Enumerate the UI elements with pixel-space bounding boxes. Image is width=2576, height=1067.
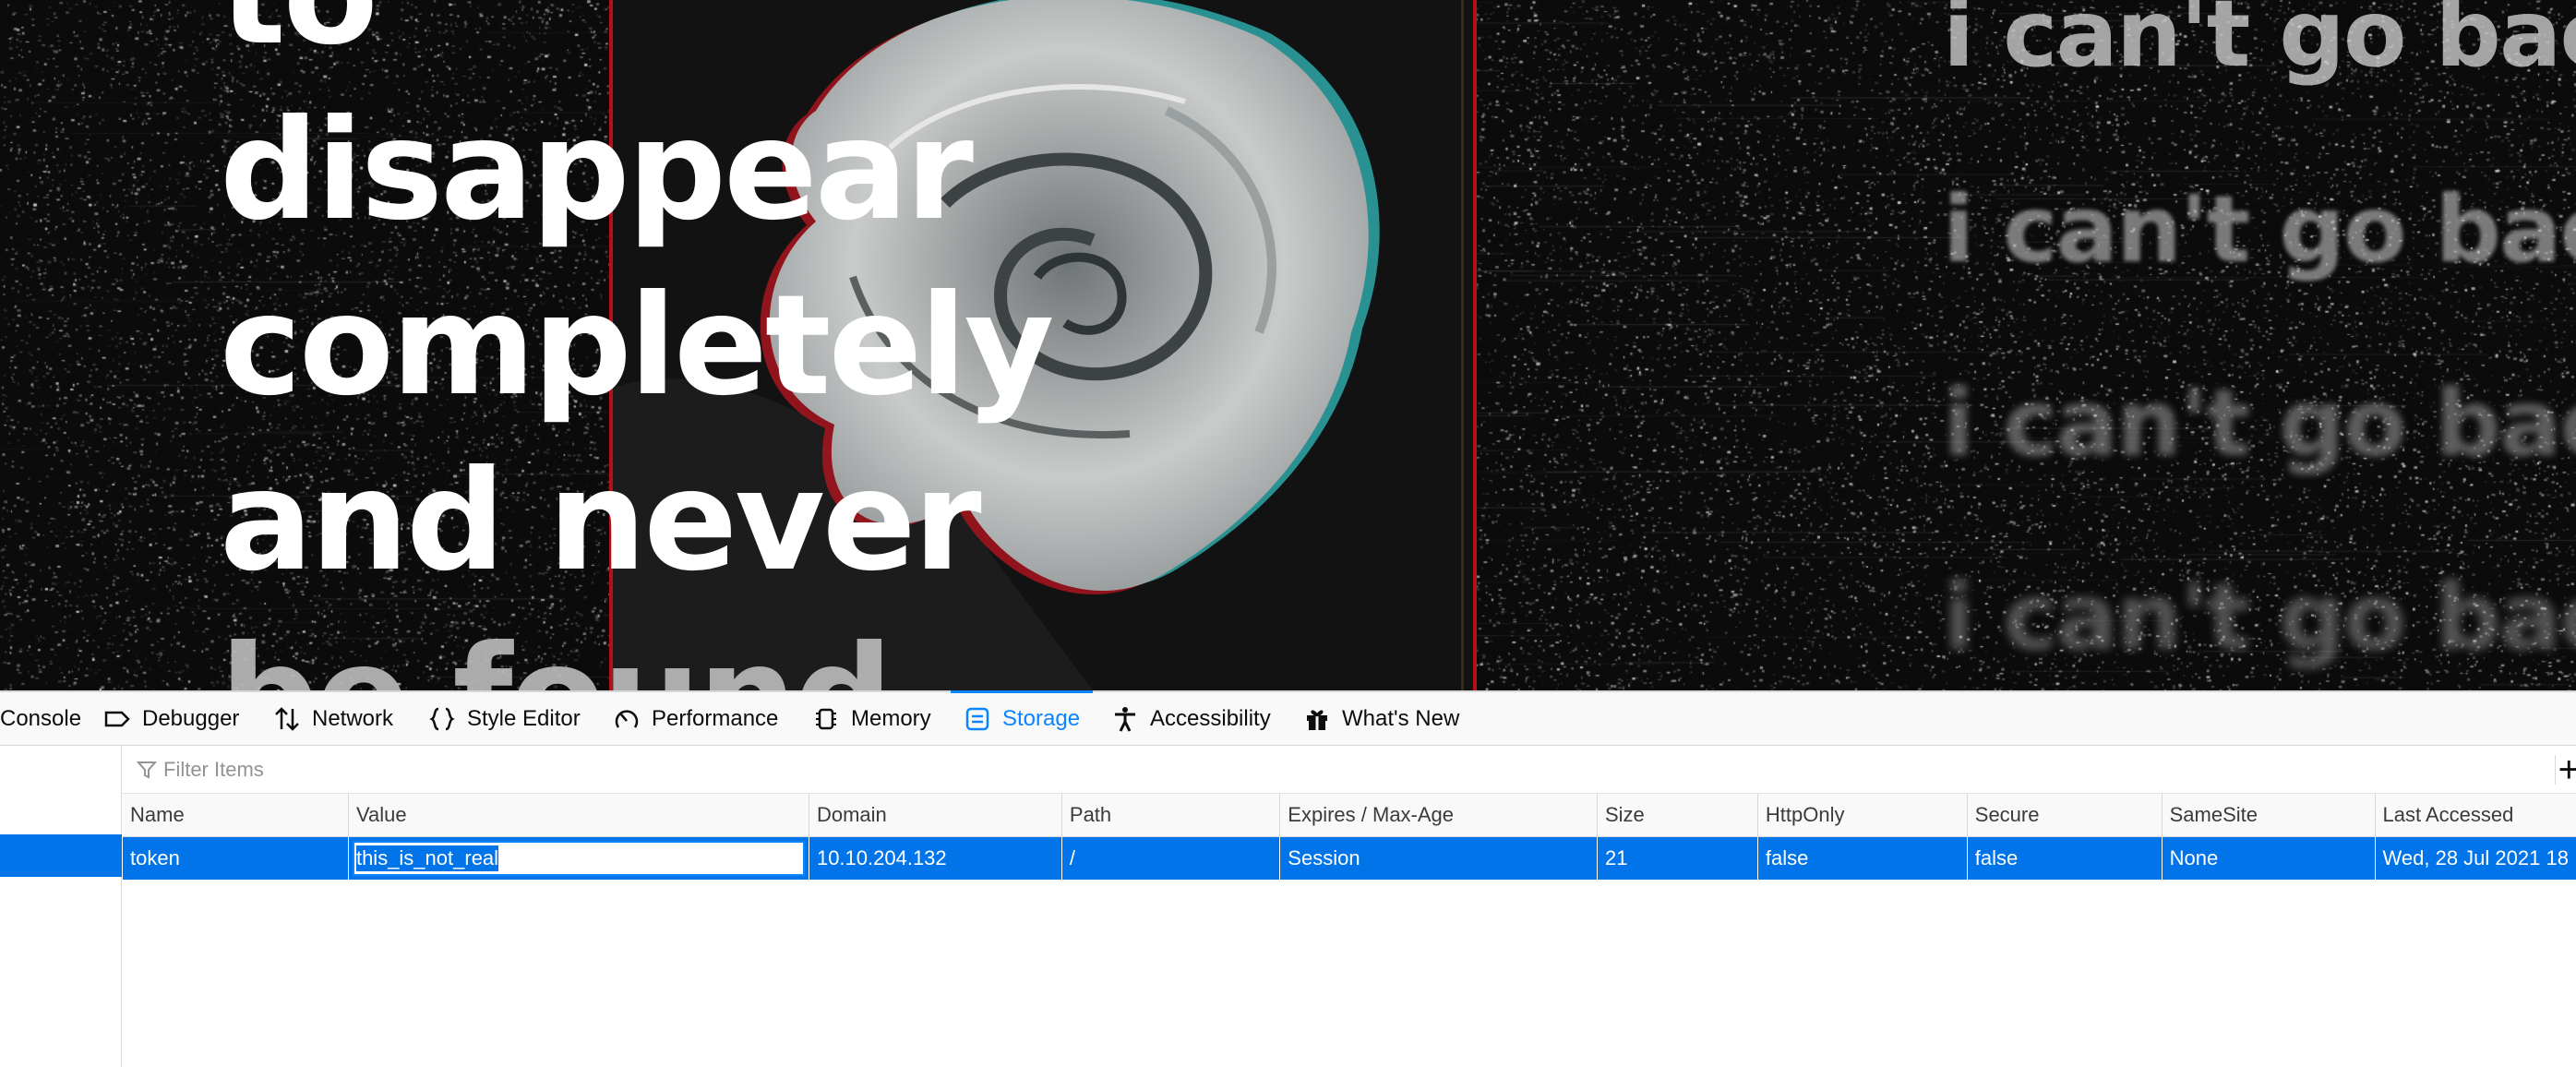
tab-label: Console	[0, 706, 82, 731]
cell-name[interactable]: token	[123, 836, 349, 880]
tab-label: Network	[312, 706, 394, 731]
cookies-table: Name Value Domain Path Expires / Max-Age…	[123, 794, 2576, 880]
column-header-value[interactable]: Value	[347, 794, 809, 837]
headline-text: to disappear completely and never be fou…	[220, 0, 1143, 690]
gift-icon	[1307, 710, 1327, 730]
tab-network[interactable]: Network	[273, 692, 393, 746]
value-edit-field[interactable]: this_is_not_real	[352, 841, 805, 876]
chip-icon	[816, 708, 836, 730]
column-header-expires[interactable]: Expires / Max-Age	[1279, 794, 1598, 837]
webpage-viewport: to disappear completely and never be fou…	[0, 0, 2576, 690]
tab-accessibility[interactable]: Accessibility	[1111, 692, 1271, 746]
headline-line: and never	[220, 441, 982, 602]
tab-label: What's New	[1342, 706, 1460, 731]
echo-text: i can't go back to	[1943, 175, 2576, 283]
headline-line: completely	[220, 266, 1054, 426]
tab-storage[interactable]: Storage	[950, 690, 1094, 746]
cell-secure[interactable]: false	[1966, 836, 2163, 880]
frame-edge	[1461, 0, 1464, 690]
cell-samesite[interactable]: None	[2161, 836, 2376, 880]
accessibility-icon	[1115, 707, 1135, 732]
tab-console[interactable]: Console	[0, 692, 81, 746]
devtools-toolbar: Console Debugger Network Style Editor Pe…	[0, 690, 2576, 746]
headline-line: be found	[220, 609, 1143, 690]
braces-icon	[429, 707, 455, 731]
filter-icon	[136, 761, 158, 779]
tab-style-editor[interactable]: Style Editor	[428, 692, 581, 746]
column-header-domain[interactable]: Domain	[808, 794, 1062, 837]
toolbar-separator	[2555, 755, 2556, 785]
storage-tree-sidebar	[0, 746, 122, 1067]
headline-line: disappear	[220, 90, 974, 251]
cell-value[interactable]: this_is_not_real	[347, 836, 809, 880]
tab-label: Memory	[851, 706, 931, 731]
tab-whats-new[interactable]: What's New	[1303, 692, 1459, 746]
storage-icon	[965, 707, 989, 731]
echo-text: i can't go back to	[1943, 563, 2576, 671]
column-header-samesite[interactable]: SameSite	[2161, 794, 2376, 837]
tab-memory[interactable]: Memory	[812, 692, 931, 746]
cell-size[interactable]: 21	[1596, 836, 1758, 880]
tab-label: Accessibility	[1150, 706, 1271, 731]
filter-bar: +	[123, 746, 2576, 794]
cell-httponly[interactable]: false	[1756, 836, 1968, 880]
network-icon	[275, 707, 299, 731]
tab-label: Performance	[652, 706, 779, 731]
tab-performance[interactable]: Performance	[613, 692, 778, 746]
tab-label: Style Editor	[467, 706, 581, 731]
echo-text: i can't go back to	[1943, 0, 2576, 88]
column-header-secure[interactable]: Secure	[1966, 794, 2163, 837]
cell-expires[interactable]: Session	[1279, 836, 1598, 880]
echo-text: i can't go back to	[1943, 369, 2576, 477]
column-header-name[interactable]: Name	[123, 794, 349, 837]
storage-tree-selected-item[interactable]	[0, 834, 122, 877]
column-header-path[interactable]: Path	[1060, 794, 1280, 837]
add-item-icon[interactable]: +	[2558, 751, 2576, 788]
tab-label: Storage	[1002, 706, 1081, 731]
cell-domain[interactable]: 10.10.204.132	[808, 836, 1062, 880]
table-header-row: Name Value Domain Path Expires / Max-Age…	[123, 794, 2576, 837]
debugger-icon	[104, 711, 130, 727]
table-row[interactable]: token this_is_not_real 10.10.204.132 / S…	[123, 836, 2576, 880]
column-header-httponly[interactable]: HttpOnly	[1756, 794, 1968, 837]
devtools-panel: Console Debugger Network Style Editor Pe…	[0, 690, 2576, 1067]
column-header-size[interactable]: Size	[1596, 794, 1758, 837]
tab-debugger[interactable]: Debugger	[103, 692, 239, 746]
value-edit-text[interactable]: this_is_not_real	[355, 845, 499, 871]
gauge-icon	[615, 710, 639, 728]
cell-last-accessed[interactable]: Wed, 28 Jul 2021 18	[2374, 836, 2576, 880]
headline-line: to	[220, 0, 1143, 83]
tab-label: Debugger	[142, 706, 240, 731]
cell-path[interactable]: /	[1060, 836, 1280, 880]
filter-input[interactable]	[162, 756, 719, 783]
column-header-last-accessed[interactable]: Last Accessed	[2374, 794, 2576, 837]
